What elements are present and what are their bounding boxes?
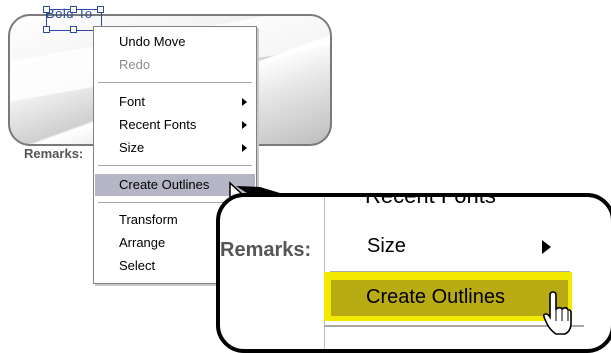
zoom-submenu-arrow-icon <box>542 240 551 254</box>
zoom-menu-item-create-outlines: Create Outlines <box>366 286 505 308</box>
artboard: Bold To Remarks: Undo Move Redo Font Rec… <box>0 0 611 353</box>
zoom-callout: Recent Fonts Remarks: Size Create Outlin… <box>216 193 611 353</box>
zoom-remarks-label: Remarks: <box>220 239 312 261</box>
zoom-partial-menu-item: Recent Fonts <box>365 193 496 208</box>
zoom-hand-cursor-icon <box>542 291 572 335</box>
zoom-menu-item-size: Size <box>367 235 406 257</box>
